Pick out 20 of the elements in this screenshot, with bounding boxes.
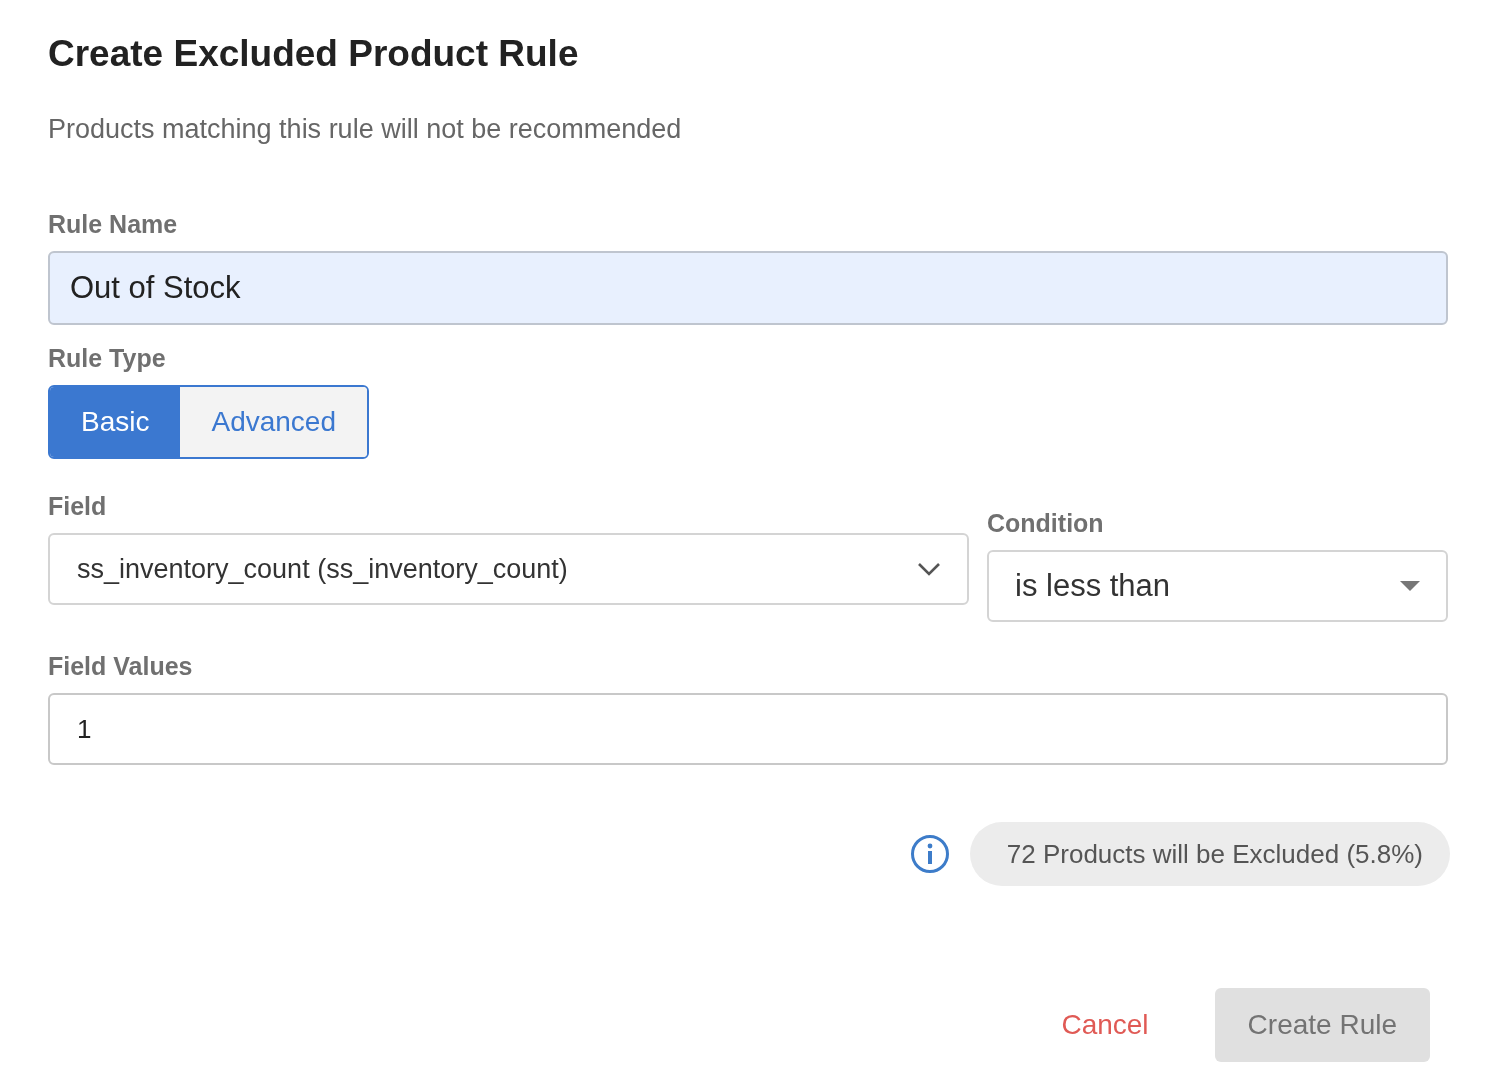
exclusion-count-badge: 72 Products will be Excluded (5.8%) [969,822,1450,886]
field-label: Field [48,491,107,522]
dropdown-value: is less than [1015,568,1171,604]
field-values-field[interactable]: 1 [48,693,1448,765]
dropdown-value: ss_inventory_count (ss_inventory_count) [77,553,568,585]
caret-down-icon [1400,581,1420,591]
dialog-subtitle: Products matching this rule will not be recommended [48,113,682,146]
dropdown-field[interactable]: is less than [987,550,1448,622]
rule-type-toggle[interactable]: Basic [50,387,181,457]
chevron-down-icon [917,562,941,576]
field-label: Rule Name [48,209,178,240]
cancel-button[interactable]: Cancel [1059,988,1151,1062]
field-label: Condition [987,508,1104,539]
info-icon [909,834,950,874]
field-label: Field Values [48,651,193,682]
dropdown-field[interactable]: ss_inventory_count (ss_inventory_count) [48,533,969,605]
rule-name-field[interactable]: Out of Stock [48,251,1448,325]
field-label: Rule Type [48,343,166,374]
rule-type-toggle[interactable]: Advanced [180,387,367,457]
dialog-title: Create Excluded Product Rule [48,32,579,76]
